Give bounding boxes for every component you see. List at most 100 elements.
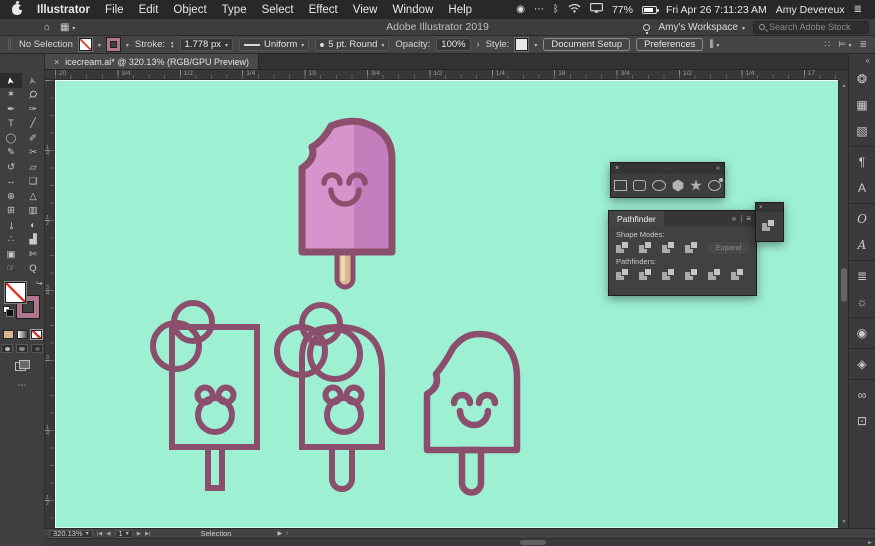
opentype-panel-icon[interactable]: O [852,209,873,229]
stroke-color-swatch[interactable] [107,38,120,51]
paragraph-panel-icon[interactable]: ¶ [852,152,873,172]
shapes-toolbar-titlebar[interactable] [611,163,724,174]
zoom-level-select[interactable]: 320.13% [49,530,93,538]
last-artboard-button[interactable]: ▶| [145,530,151,538]
intersect-icon[interactable] [662,241,677,254]
collapse-panel-icon[interactable] [716,165,720,172]
horizontal-scrollbar[interactable] [45,538,875,546]
artboard-number-select[interactable]: 1 [115,530,133,538]
star-shape-icon[interactable] [690,180,702,192]
symbols-panel-icon[interactable]: ◉ [852,323,873,343]
ellipse-tool[interactable]: ◯ [0,131,22,146]
fill-indicator[interactable] [5,282,26,303]
edit-toolbar-icon[interactable] [0,380,44,391]
gradient-button[interactable] [17,330,28,339]
menu-user[interactable]: Amy Devereux [776,4,845,16]
shape-builder-tool[interactable]: ⊕ [0,189,22,204]
appearance-panel-icon[interactable]: ☼ [852,292,873,312]
paintbrush-tool[interactable]: ✐ [22,131,44,146]
menu-clock[interactable]: Fri Apr 26 7:11:23 AM [666,4,767,16]
column-graph-tool[interactable]: ▟ [22,233,44,248]
airplay-display-icon[interactable] [590,3,603,16]
wifi-icon[interactable] [568,3,581,16]
pathfinder-tab[interactable]: Pathfinder [609,211,664,226]
stroke-weight-value[interactable]: 1.778 px [180,38,233,51]
rounded-rectangle-shape-icon[interactable] [633,180,646,191]
stroke-weight-stepper[interactable]: ▴▾ [171,41,174,49]
fill-color-swatch[interactable] [79,38,92,51]
scale-tool[interactable]: ▱ [22,160,44,175]
menu-item-select[interactable]: Select [262,4,294,16]
home-icon[interactable]: ⌂ [44,22,50,33]
vertical-scrollbar[interactable] [838,80,848,528]
status-collapse-icon[interactable] [286,530,288,537]
selection-tool[interactable]: ➤ [0,73,22,88]
opacity-value[interactable]: 100% [436,38,470,51]
tools-panel-grip[interactable] [0,54,44,62]
stroke-dropdown-icon[interactable] [126,39,129,50]
draw-inside-button[interactable] [31,344,43,353]
menu-item-window[interactable]: Window [392,4,433,16]
first-artboard-button[interactable]: |◀ [97,530,103,538]
menu-item-file[interactable]: File [105,4,124,16]
polygon-shape-icon[interactable] [672,180,684,192]
shaper-tool[interactable]: ✎ [0,146,22,161]
document-tab[interactable]: icecream.ai* @ 320.13% (RGB/GPU Preview) [45,54,259,69]
swatches-panel-icon[interactable]: ▦ [852,95,873,115]
style-swatch[interactable] [515,38,528,51]
horizontal-ruler[interactable]: 203/41/21/4193/41/21/4183/41/21/417 [55,70,838,80]
crop-icon[interactable] [685,268,700,281]
opacity-panel-arrow[interactable] [477,39,480,50]
popsicle-step2-merged[interactable] [277,305,382,489]
line-segment-tool[interactable]: ╱ [22,117,44,132]
direct-selection-tool[interactable]: ➤ [22,73,44,88]
none-button[interactable] [31,330,42,339]
artboards-panel-icon[interactable]: ⊡ [852,411,873,431]
lasso-tool[interactable]: Ϙ [22,88,44,103]
opacity-label[interactable]: Opacity: [395,39,430,50]
draw-behind-button[interactable] [16,344,28,353]
status-menu-arrow[interactable] [277,530,282,537]
gradient-tool[interactable]: ▥ [22,204,44,219]
notification-center-icon[interactable]: ≣ [854,5,863,15]
pathfinder-panel-icon[interactable] [762,219,777,232]
ellipse-shape-icon[interactable] [652,180,666,191]
control-bar-grip[interactable] [8,39,11,51]
minus-front-icon[interactable] [639,241,654,254]
expand-panel-icon[interactable] [784,205,787,211]
next-artboard-button[interactable]: ▶ [137,530,141,538]
brush-definition-select[interactable]: 5 pt. Round [315,38,389,51]
layers-panel-icon[interactable]: ◈ [852,354,873,374]
draw-normal-button[interactable] [1,344,13,353]
menu-item-effect[interactable]: Effect [309,4,338,16]
shaper-pen-icon[interactable] [708,180,721,191]
prev-artboard-button[interactable]: ◀ [106,530,110,538]
gradient-panel-icon[interactable]: ▧ [852,121,873,141]
ruler-corner[interactable] [45,70,55,80]
status-message[interactable]: Selection [201,529,232,538]
popsicle-step3-bitten[interactable] [427,334,517,493]
document-setup-button[interactable]: Document Setup [543,38,630,51]
close-panel-icon[interactable] [615,165,619,172]
vertical-ruler[interactable]: 314123431412 [45,80,55,528]
popsicle-final-colored[interactable] [302,114,400,287]
fill-dropdown-icon[interactable] [98,39,101,50]
symbol-sprayer-tool[interactable]: ∴ [0,233,22,248]
arrange-documents-icon[interactable]: ▦ [60,22,75,33]
menu-item-edit[interactable]: Edit [139,4,159,16]
vertical-scroll-thumb[interactable] [841,268,847,302]
character-panel-icon[interactable]: A [852,178,873,198]
artboard-tool[interactable]: ▣ [0,247,22,262]
perspective-grid-tool[interactable]: △ [22,189,44,204]
minus-back-icon[interactable] [731,268,746,281]
exclude-icon[interactable] [685,241,700,254]
workspace-switcher[interactable]: Amy's Workspace [658,22,745,33]
record-icon[interactable]: ◉ [516,5,525,15]
menu-item-illustrator[interactable]: Illustrator [37,4,90,16]
hand-tool[interactable]: ☞ [0,262,22,277]
blend-tool[interactable]: ◐ [22,218,44,233]
eyedropper-tool[interactable]: ⊸ [0,218,22,233]
touch-workspace-icon[interactable]: ∷ [824,39,830,50]
close-panel-icon[interactable] [759,205,763,211]
type-tool[interactable]: T [0,117,22,132]
